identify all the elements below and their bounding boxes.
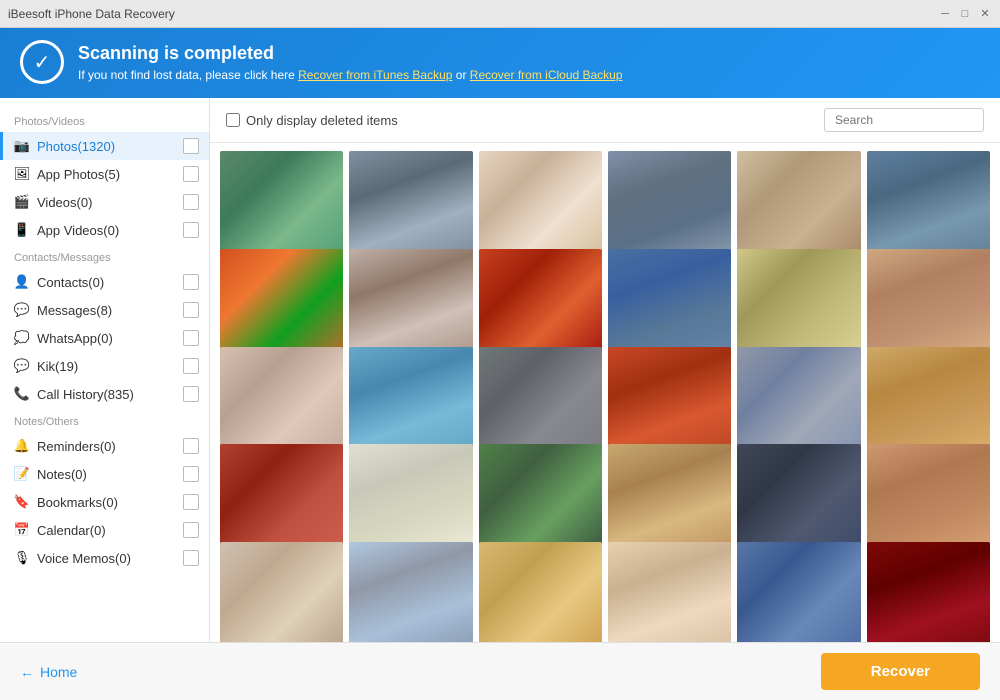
sidebar-item-voice-memos[interactable]: 🎙 Voice Memos(0): [0, 544, 209, 572]
photos-check[interactable]: [183, 138, 199, 154]
minimize-btn[interactable]: ─: [938, 7, 952, 21]
calendar-icon: 📅: [13, 521, 31, 539]
photo-item[interactable]: [867, 542, 990, 642]
main-content: Photos/Videos 📷 Photos(1320) 🖼 App Photos(5)…: [0, 98, 1000, 642]
deleted-items-checkbox[interactable]: [226, 113, 240, 127]
photo-grid: [210, 143, 1000, 642]
bookmarks-label: Bookmarks(0): [37, 495, 177, 510]
call-history-icon: 📞: [13, 385, 31, 403]
header-sep: or: [456, 68, 470, 82]
messages-label: Messages(8): [37, 303, 177, 318]
calendar-check[interactable]: [183, 522, 199, 538]
sidebar-section-photos-videos: Photos/Videos: [0, 108, 209, 132]
app-videos-check[interactable]: [183, 222, 199, 238]
notes-check[interactable]: [183, 466, 199, 482]
videos-check[interactable]: [183, 194, 199, 210]
photo-item[interactable]: [608, 542, 731, 642]
photo-item[interactable]: [479, 542, 602, 642]
status-icon: ✓: [20, 40, 64, 84]
footer: ← Home Recover: [0, 642, 1000, 700]
maximize-btn[interactable]: □: [958, 7, 972, 21]
sidebar-item-reminders[interactable]: 🔔 Reminders(0): [0, 432, 209, 460]
sidebar-item-kik[interactable]: 💬 Kik(19): [0, 352, 209, 380]
photos-icon: 📷: [13, 137, 31, 155]
close-btn[interactable]: ✕: [978, 7, 992, 21]
bookmarks-check[interactable]: [183, 494, 199, 510]
search-input[interactable]: [824, 108, 984, 132]
videos-label: Videos(0): [37, 195, 177, 210]
contacts-check[interactable]: [183, 274, 199, 290]
home-arrow-icon: ←: [20, 664, 34, 680]
call-history-check[interactable]: [183, 386, 199, 402]
whatsapp-check[interactable]: [183, 330, 199, 346]
app-photos-icon: 🖼: [13, 165, 31, 183]
recover-button[interactable]: Recover: [821, 653, 980, 690]
voice-memos-label: Voice Memos(0): [37, 551, 177, 566]
call-history-label: Call History(835): [37, 387, 177, 402]
grid-area: Only display deleted items: [210, 98, 1000, 642]
sidebar-section-notes-others: Notes/Others: [0, 408, 209, 432]
photo-item[interactable]: [737, 542, 860, 642]
header-sub-text: If you not find lost data, please click …: [78, 68, 295, 82]
sidebar-item-call-history[interactable]: 📞 Call History(835): [0, 380, 209, 408]
icloud-backup-link[interactable]: Recover from iCloud Backup: [470, 68, 623, 82]
contacts-icon: 👤: [13, 273, 31, 291]
sidebar-item-messages[interactable]: 💬 Messages(8): [0, 296, 209, 324]
sidebar-item-app-videos[interactable]: 📱 App Videos(0): [0, 216, 209, 244]
kik-check[interactable]: [183, 358, 199, 374]
contacts-label: Contacts(0): [37, 275, 177, 290]
whatsapp-icon: 💭: [13, 329, 31, 347]
calendar-label: Calendar(0): [37, 523, 177, 538]
photos-label: Photos(1320): [37, 139, 177, 154]
sidebar-item-bookmarks[interactable]: 🔖 Bookmarks(0): [0, 488, 209, 516]
app-videos-icon: 📱: [13, 221, 31, 239]
app-videos-label: App Videos(0): [37, 223, 177, 238]
messages-icon: 💬: [13, 301, 31, 319]
sidebar: Photos/Videos 📷 Photos(1320) 🖼 App Photos(5)…: [0, 98, 210, 642]
videos-icon: 🎬: [13, 193, 31, 211]
voice-memos-check[interactable]: [183, 550, 199, 566]
photo-item[interactable]: [349, 542, 472, 642]
sidebar-item-calendar[interactable]: 📅 Calendar(0): [0, 516, 209, 544]
sidebar-item-photos[interactable]: 📷 Photos(1320): [0, 132, 209, 160]
kik-label: Kik(19): [37, 359, 177, 374]
reminders-check[interactable]: [183, 438, 199, 454]
title-bar: iBeesoft iPhone Data Recovery ─ □ ✕: [0, 0, 1000, 28]
sidebar-item-videos[interactable]: 🎬 Videos(0): [0, 188, 209, 216]
home-label: Home: [40, 664, 77, 680]
itunes-backup-link[interactable]: Recover from iTunes Backup: [298, 68, 452, 82]
header-banner: ✓ Scanning is completed If you not find …: [0, 28, 1000, 98]
notes-icon: 📝: [13, 465, 31, 483]
deleted-items-filter[interactable]: Only display deleted items: [226, 113, 398, 128]
header-text-block: Scanning is completed If you not find lo…: [78, 43, 623, 82]
deleted-items-label: Only display deleted items: [246, 113, 398, 128]
voice-memos-icon: 🎙: [13, 549, 31, 567]
sidebar-section-contacts-messages: Contacts/Messages: [0, 244, 209, 268]
header-title: Scanning is completed: [78, 43, 623, 64]
home-button[interactable]: ← Home: [20, 664, 77, 680]
whatsapp-label: WhatsApp(0): [37, 331, 177, 346]
reminders-icon: 🔔: [13, 437, 31, 455]
grid-toolbar: Only display deleted items: [210, 98, 1000, 143]
notes-label: Notes(0): [37, 467, 177, 482]
sidebar-item-whatsapp[interactable]: 💭 WhatsApp(0): [0, 324, 209, 352]
sidebar-item-notes[interactable]: 📝 Notes(0): [0, 460, 209, 488]
messages-check[interactable]: [183, 302, 199, 318]
app-photos-label: App Photos(5): [37, 167, 177, 182]
photo-item[interactable]: [220, 542, 343, 642]
window-controls: ─ □ ✕: [938, 7, 992, 21]
app-photos-check[interactable]: [183, 166, 199, 182]
sidebar-item-app-photos[interactable]: 🖼 App Photos(5): [0, 160, 209, 188]
app-title: iBeesoft iPhone Data Recovery: [8, 7, 175, 21]
sidebar-item-contacts[interactable]: 👤 Contacts(0): [0, 268, 209, 296]
bookmarks-icon: 🔖: [13, 493, 31, 511]
header-subtitle: If you not find lost data, please click …: [78, 68, 623, 82]
kik-icon: 💬: [13, 357, 31, 375]
reminders-label: Reminders(0): [37, 439, 177, 454]
